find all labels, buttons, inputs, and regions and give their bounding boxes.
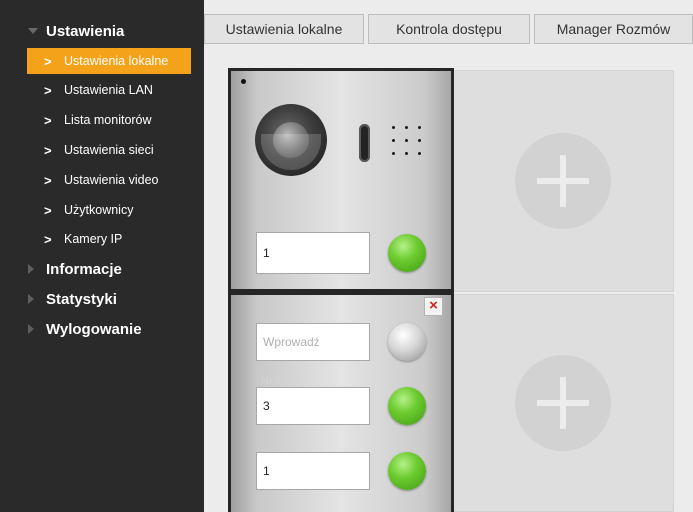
apartment-number-field[interactable]: Wprowadź [256, 323, 370, 361]
section-label: Informacje [46, 260, 122, 278]
sidebar-section-ustawienia[interactable]: Ustawienia [0, 16, 204, 46]
chevron-right-icon: > [44, 202, 52, 218]
call-button[interactable] [388, 452, 426, 490]
sidebar-section-informacje[interactable]: Informacje [0, 254, 204, 284]
tab-bar: Ustawienia lokalne Kontrola dostępu Mana… [204, 14, 693, 44]
camera-lens-icon [255, 104, 327, 176]
section-label: Ustawienia [46, 22, 125, 40]
sidebar-item-uzytkownicy[interactable]: > Użytkownicy [27, 197, 191, 223]
apartment-number-field[interactable]: 3 [256, 387, 370, 425]
field-overlay-label: Nr lokalu [261, 375, 305, 387]
tab-label: Kontrola dostępu [396, 21, 502, 37]
chevron-right-icon: > [44, 172, 52, 188]
apartment-number-field[interactable]: 1 [256, 452, 370, 490]
sidebar-item-label: Ustawienia lokalne [64, 54, 169, 68]
call-button[interactable] [388, 234, 426, 272]
sidebar-item-label: Ustawienia sieci [64, 143, 154, 157]
sidebar-item-kamery-ip[interactable]: > Kamery IP [27, 226, 191, 252]
chevron-right-icon: > [44, 142, 52, 158]
collapsed-arrow-icon [28, 324, 42, 334]
section-label: Wylogowanie [46, 320, 142, 338]
call-button[interactable] [388, 387, 426, 425]
tab-label: Manager Rozmów [556, 21, 671, 37]
sidebar-item-label: Ustawienia LAN [64, 83, 153, 97]
sidebar-section-wylogowanie[interactable]: Wylogowanie [0, 314, 204, 344]
sidebar: Ustawienia > Ustawienia lokalne > Ustawi… [0, 0, 204, 512]
sidebar-item-label: Ustawienia video [64, 173, 159, 187]
chevron-right-icon: > [44, 82, 52, 98]
indicator-dot [241, 79, 246, 84]
close-icon[interactable]: × [424, 297, 443, 316]
sidebar-item-ustawienia-lan[interactable]: > Ustawienia LAN [27, 77, 191, 103]
speaker-grille-icon [390, 122, 430, 168]
tab-manager-rozmow[interactable]: Manager Rozmów [534, 14, 693, 44]
plus-icon [515, 355, 611, 451]
add-module-slot[interactable] [452, 70, 674, 292]
sidebar-item-ustawienia-lokalne[interactable]: > Ustawienia lokalne [27, 48, 191, 74]
collapsed-arrow-icon [28, 294, 42, 304]
sidebar-item-ustawienia-video[interactable]: > Ustawienia video [27, 167, 191, 193]
chevron-right-icon: > [44, 53, 52, 69]
tab-label: Ustawienia lokalne [225, 21, 343, 37]
plus-icon [515, 133, 611, 229]
ir-sensor-icon [359, 124, 370, 162]
chevron-right-icon: > [44, 112, 52, 128]
sidebar-item-label: Lista monitorów [64, 113, 152, 127]
sidebar-item-label: Użytkownicy [64, 203, 134, 217]
apartment-number-field[interactable]: 1 [256, 232, 370, 274]
chevron-right-icon: > [44, 231, 52, 247]
sidebar-item-ustawienia-sieci[interactable]: > Ustawienia sieci [27, 137, 191, 163]
tab-ustawienia-lokalne[interactable]: Ustawienia lokalne [204, 14, 364, 44]
sidebar-item-lista-monitorow[interactable]: > Lista monitorów [27, 107, 191, 133]
section-label: Statystyki [46, 290, 117, 308]
panel-configurator: 1 × Wprowadź Nr lokalu 3 1 [204, 44, 693, 512]
camera-module[interactable]: 1 [228, 68, 454, 292]
call-button[interactable] [388, 323, 426, 361]
collapsed-arrow-icon [28, 264, 42, 274]
tab-kontrola-dostepu[interactable]: Kontrola dostępu [368, 14, 530, 44]
sidebar-item-label: Kamery IP [64, 232, 123, 246]
buttons-module[interactable]: × Wprowadź Nr lokalu 3 1 [228, 292, 454, 512]
add-module-slot[interactable] [452, 294, 674, 512]
sidebar-section-statystyki[interactable]: Statystyki [0, 284, 204, 314]
expanded-arrow-icon [28, 28, 42, 34]
